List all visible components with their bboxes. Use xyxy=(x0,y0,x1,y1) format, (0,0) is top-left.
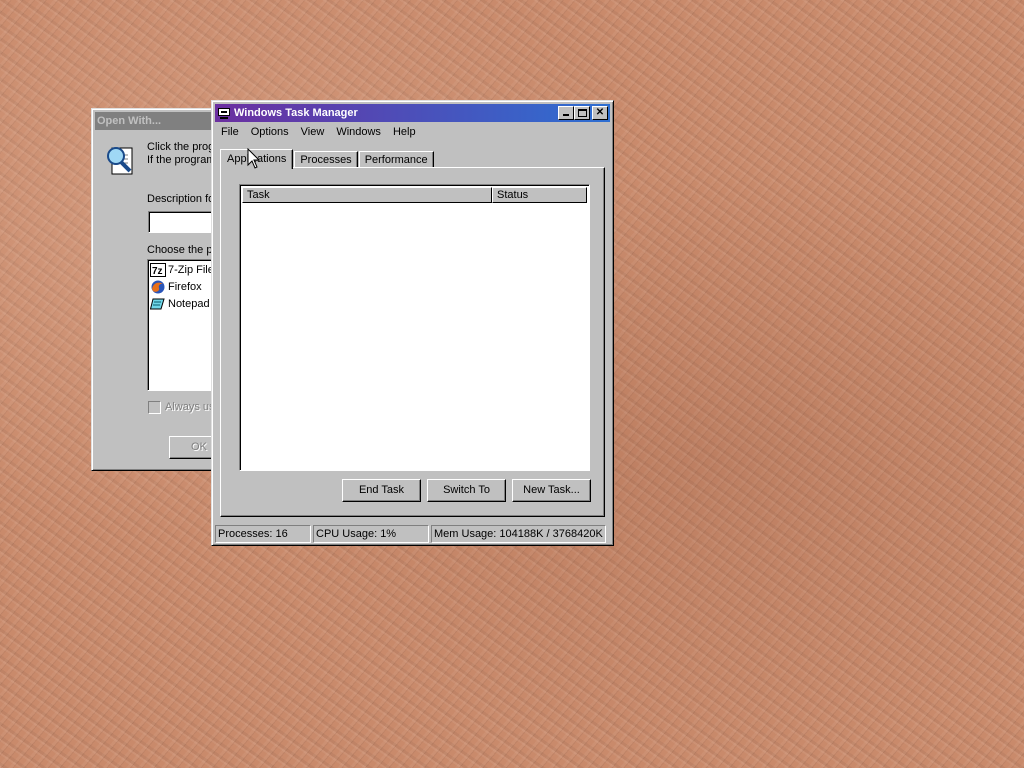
minimize-icon xyxy=(563,114,569,116)
status-mem: Mem Usage: 104188K / 3768420K xyxy=(431,525,606,543)
tab-performance[interactable]: Performance xyxy=(358,151,434,168)
maximize-icon xyxy=(578,109,587,117)
status-bar: Processes: 16 CPU Usage: 1% Mem Usage: 1… xyxy=(215,525,610,543)
program-name: Firefox xyxy=(168,281,202,293)
open-with-instructions-2: If the program xyxy=(147,154,216,166)
minimize-button[interactable] xyxy=(558,106,574,120)
7zip-icon: 7z xyxy=(150,263,166,277)
always-use-checkbox[interactable] xyxy=(148,401,161,414)
list-item-7zip[interactable]: 7z 7-Zip File xyxy=(150,262,214,278)
open-with-instructions-1: Click the prog xyxy=(147,141,215,153)
menu-view[interactable]: View xyxy=(295,126,331,138)
program-name: 7-Zip File xyxy=(168,264,214,276)
list-item-firefox[interactable]: Firefox xyxy=(150,279,202,295)
maximize-button[interactable] xyxy=(574,106,590,120)
column-task[interactable]: Task xyxy=(242,187,492,203)
mouse-pointer-icon xyxy=(247,148,261,169)
window-title: Windows Task Manager xyxy=(234,107,358,119)
column-status[interactable]: Status xyxy=(492,187,587,203)
tab-processes[interactable]: Processes xyxy=(294,151,358,168)
menu-bar: File Options View Windows Help xyxy=(215,123,610,141)
open-with-title: Open With... xyxy=(97,115,162,127)
task-list-header: Task Status xyxy=(242,187,587,203)
status-cpu: CPU Usage: 1% xyxy=(313,525,429,543)
task-manager-titlebar[interactable]: Windows Task Manager ✕ xyxy=(215,104,610,122)
close-icon: ✕ xyxy=(595,107,605,118)
task-list[interactable]: Task Status xyxy=(239,184,590,471)
always-use-label: Always us xyxy=(165,401,215,413)
end-task-button[interactable]: End Task xyxy=(342,479,421,502)
menu-help[interactable]: Help xyxy=(387,126,422,138)
firefox-icon xyxy=(150,280,166,294)
menu-windows[interactable]: Windows xyxy=(330,126,387,138)
applications-panel: Task Status End Task Switch To New Task.… xyxy=(220,167,605,517)
svg-text:7z: 7z xyxy=(152,266,163,277)
menu-options[interactable]: Options xyxy=(245,126,295,138)
description-label: Description fo xyxy=(147,193,215,205)
close-button[interactable]: ✕ xyxy=(592,106,608,120)
task-manager-icon xyxy=(217,107,231,120)
program-name: Notepad xyxy=(168,298,210,310)
notepad-icon xyxy=(149,297,166,311)
task-manager-window: Windows Task Manager ✕ File Options View… xyxy=(211,100,614,546)
status-processes: Processes: 16 xyxy=(215,525,311,543)
choose-program-label: Choose the p xyxy=(147,244,213,256)
new-task-button[interactable]: New Task... xyxy=(512,479,591,502)
open-with-dialog: Open With... Click the prog If the progr… xyxy=(91,108,229,471)
open-with-titlebar[interactable]: Open With... xyxy=(95,112,222,130)
magnifier-document-icon xyxy=(107,147,133,175)
switch-to-button[interactable]: Switch To xyxy=(427,479,506,502)
menu-file[interactable]: File xyxy=(215,126,245,138)
list-item-notepad[interactable]: Notepad xyxy=(149,296,210,312)
